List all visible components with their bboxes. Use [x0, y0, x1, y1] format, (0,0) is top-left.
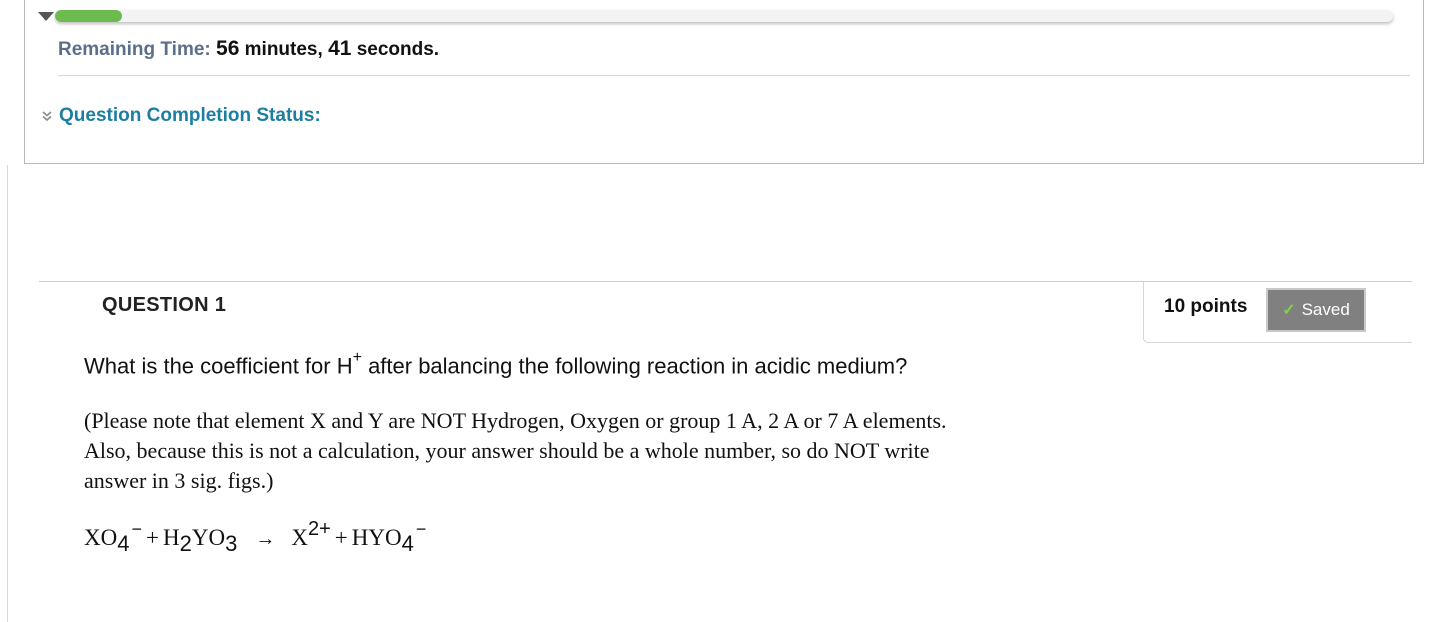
question-note: (Please note that element X and Y are NO…	[84, 406, 1044, 496]
note-line: answer in 3 sig. figs.)	[84, 468, 274, 493]
reactant-1-subscript: 4	[117, 531, 130, 556]
reactant-1-charge: −	[131, 519, 142, 539]
checkmark-icon: ✓	[1282, 302, 1296, 319]
divider	[58, 75, 1410, 76]
reactant-2-part1: H	[162, 525, 180, 550]
remaining-time: Remaining Time: 56 minutes, 41 seconds.	[58, 37, 439, 61]
saved-status-badge: ✓ Saved	[1266, 288, 1366, 332]
question-prompt: What is the coefficient for H+ after bal…	[84, 349, 908, 379]
points-box: 10 points ✓ Saved	[1143, 281, 1412, 343]
plus-sign: +	[146, 525, 159, 550]
saved-label: Saved	[1301, 300, 1350, 319]
remaining-seconds: 41	[328, 37, 352, 60]
time-progress-fill	[55, 10, 122, 22]
double-chevron-down-icon	[42, 111, 52, 122]
remaining-minutes: 56	[216, 37, 240, 60]
seconds-unit: seconds.	[356, 39, 440, 60]
minutes-unit: minutes,	[244, 39, 323, 60]
test-status-panel: Remaining Time: 56 minutes, 41 seconds. …	[24, 0, 1424, 164]
reactant-2-part2: YO	[191, 525, 226, 550]
reaction-arrow: →	[255, 528, 276, 550]
plus-sign: +	[334, 525, 348, 550]
question-prompt-superscript: +	[352, 349, 362, 366]
question-completion-status-label: Question Completion Status:	[59, 105, 321, 126]
chemical-equation: XO4− + H2YO3 → X2+ + HYO4−	[84, 518, 426, 556]
question-points: 10 points	[1164, 296, 1248, 317]
reactant-1: XO	[84, 525, 118, 550]
question-title: QUESTION 1	[102, 294, 227, 316]
note-line: Also, because this is not a calculation,…	[84, 438, 930, 463]
remaining-time-label: Remaining Time:	[58, 39, 211, 60]
product-2-subscript: 4	[401, 531, 414, 556]
question-completion-status-toggle[interactable]: Question Completion Status:	[41, 105, 321, 127]
reactant-2-subscript-2: 3	[225, 531, 238, 556]
product-1-charge: 2+	[307, 518, 331, 540]
product-2: HYO	[351, 525, 402, 550]
note-line: (Please note that element X and Y are NO…	[84, 408, 947, 433]
question-prompt-start: What is the coefficient for H	[84, 353, 353, 379]
time-progress-bar	[55, 10, 1393, 22]
left-border	[7, 165, 8, 622]
product-2-charge: −	[415, 519, 427, 539]
reactant-2-subscript-1: 2	[179, 531, 192, 556]
product-1: X	[291, 525, 308, 550]
question-prompt-end: after balancing the following reaction i…	[361, 353, 908, 379]
collapse-triangle-icon[interactable]	[38, 12, 54, 21]
